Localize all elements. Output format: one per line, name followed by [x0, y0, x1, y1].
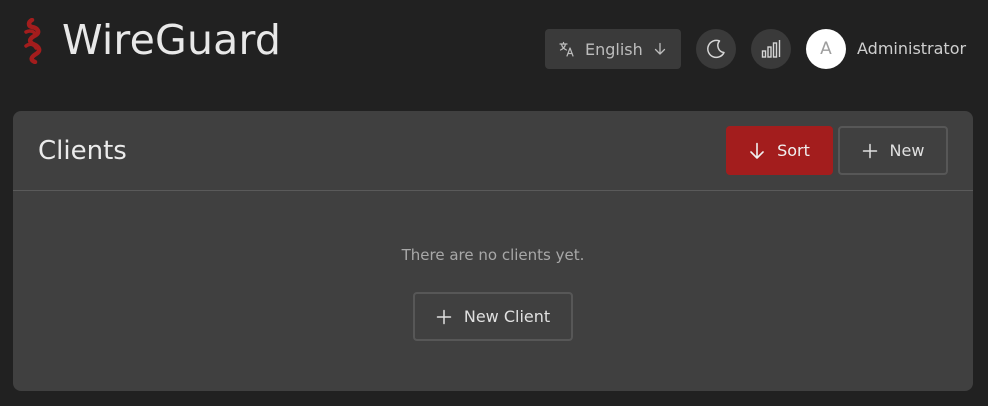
arrow-down-icon	[750, 142, 764, 159]
theme-toggle-button[interactable]	[696, 29, 736, 69]
user-name[interactable]: Administrator	[857, 38, 966, 60]
stats-toggle-button[interactable]	[751, 29, 791, 69]
arrow-down-icon	[654, 42, 665, 55]
new-client-button[interactable]: New Client	[413, 292, 573, 341]
moon-icon	[707, 39, 725, 59]
empty-state-text: There are no clients yet.	[401, 246, 585, 264]
plus-icon	[862, 143, 877, 158]
plus-icon	[436, 309, 452, 324]
language-select[interactable]: English	[545, 29, 681, 69]
new-client-button-label: New Client	[463, 307, 551, 326]
language-label: English	[585, 39, 643, 59]
wireguard-dragon-icon	[24, 18, 42, 64]
page-title: Clients	[38, 136, 127, 166]
signal-bars-icon	[761, 40, 781, 58]
new-button-label: New	[889, 141, 925, 160]
clients-panel-header: Clients Sort New	[13, 111, 973, 191]
app-title: WireGuard	[62, 16, 282, 64]
top-bar: WireGuard English A Administrator	[0, 0, 988, 100]
new-button[interactable]: New	[838, 126, 948, 175]
avatar[interactable]: A	[806, 29, 846, 69]
sort-button[interactable]: Sort	[726, 126, 833, 175]
sort-button-label: Sort	[777, 141, 810, 160]
clients-panel: Clients Sort New There are no clients ye…	[13, 111, 973, 391]
translate-icon	[559, 41, 574, 57]
